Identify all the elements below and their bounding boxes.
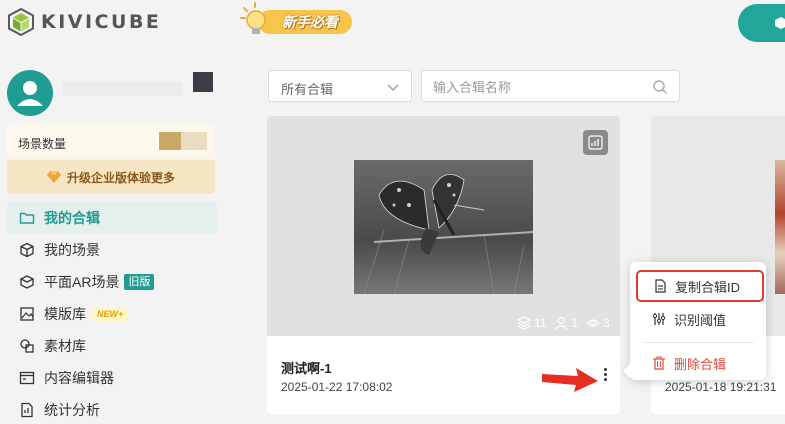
sidebar-item-label: 我的场景 — [44, 242, 100, 258]
view-count: 3 — [603, 316, 610, 330]
folder-icon — [19, 212, 35, 224]
sidebar-item-content-editor[interactable]: 内容编辑器 — [7, 362, 217, 394]
eye-icon — [586, 319, 601, 327]
card-title: 测试啊-1 — [281, 361, 332, 376]
copy-collection-id-button[interactable]: 复制合辑ID — [636, 270, 764, 302]
editor-icon — [19, 371, 35, 385]
scene-quota-card: 场景数量 升级企业版体验更多 — [7, 124, 215, 194]
stats-icon — [21, 402, 33, 418]
sidebar-item-label: 平面AR场景 — [44, 274, 120, 290]
create-button[interactable] — [738, 4, 785, 42]
more-options-icon[interactable] — [599, 366, 611, 386]
card-date: 2025-01-18 19:21:31 — [665, 380, 777, 394]
card-date: 2025-01-22 17:08:02 — [281, 380, 393, 394]
card-cover: 11 1 3 — [267, 116, 620, 336]
pointer-arrow-annotation — [542, 368, 598, 392]
sidebar-item-label: 统计分析 — [44, 402, 100, 418]
brand-name: KIVICUBE — [41, 11, 162, 33]
search-icon[interactable] — [652, 79, 668, 95]
scene-count: 11 — [534, 316, 547, 330]
sliders-icon — [652, 313, 666, 325]
top-header: KIVICUBE 新手必看 — [0, 0, 785, 50]
menu-label: 识别阈值 — [674, 312, 727, 328]
sidebar-item-label: 素材库 — [44, 338, 86, 354]
scene-usage-fill — [159, 132, 181, 150]
user-icon — [17, 81, 43, 106]
template-icon — [20, 307, 34, 321]
user-icon — [555, 316, 568, 330]
sidebar-item-templates[interactable]: 模版库 NEW+ — [7, 298, 217, 330]
sidebar-item-label: 模版库 — [44, 306, 86, 322]
layers-icon — [517, 316, 531, 330]
newbie-guide-button[interactable]: 新手必看 — [238, 2, 352, 38]
delete-collection-button[interactable]: 删除合辑 — [638, 348, 760, 378]
user-count: 1 — [571, 316, 579, 330]
scene-count-label: 场景数量 — [18, 137, 67, 151]
brand-logo[interactable]: KIVICUBE — [7, 8, 161, 36]
old-version-tag: 旧版 — [124, 274, 155, 290]
card-context-menu: 复制合辑ID 识别阈值 删除合辑 — [630, 262, 766, 380]
light-bulb-icon — [240, 2, 266, 34]
select-value: 所有合辑 — [281, 82, 334, 97]
newbie-label: 新手必看 — [282, 14, 338, 30]
search-box — [421, 70, 680, 102]
sidebar-item-planar-ar[interactable]: 平面AR场景 旧版 — [7, 266, 217, 298]
account-badge — [193, 72, 213, 92]
scene-usage-bar — [159, 132, 207, 150]
card-thumbnail — [775, 160, 785, 294]
newbie-pill: 新手必看 — [258, 10, 352, 34]
diamond-icon — [46, 171, 61, 183]
sidebar-item-my-scenes[interactable]: 我的场景 — [7, 234, 217, 266]
sidebar-item-label: 内容编辑器 — [44, 370, 114, 386]
sidebar-nav: 我的合辑 我的场景 平面AR场景 旧版 模版库 NEW+ 素材库 内容编辑器 统… — [7, 202, 217, 424]
sidebar-item-materials[interactable]: 素材库 — [7, 330, 217, 362]
collection-filter-select[interactable]: 所有合辑 — [268, 70, 412, 102]
username-redacted — [62, 82, 182, 96]
sidebar: 场景数量 升级企业版体验更多 我的合辑 我的场景 平面AR场景 旧版 模版库 N… — [0, 50, 230, 424]
card-metrics: 11 1 3 — [517, 316, 618, 330]
chevron-down-icon — [387, 84, 399, 91]
scene-quota-row: 场景数量 — [7, 124, 215, 158]
cube-icon — [775, 17, 785, 29]
upgrade-label: 升级企业版体验更多 — [66, 170, 175, 185]
recognition-threshold-button[interactable]: 识别阈值 — [638, 304, 760, 334]
sidebar-item-my-collections[interactable]: 我的合辑 — [7, 202, 217, 234]
sidebar-item-label: 我的合辑 — [44, 210, 100, 226]
kivicube-logo-icon — [8, 8, 34, 36]
menu-label: 复制合辑ID — [675, 279, 741, 295]
menu-label: 删除合辑 — [674, 356, 727, 372]
butterfly-thumbnail — [354, 160, 533, 294]
chart-icon — [588, 135, 603, 150]
trash-icon — [653, 356, 665, 370]
sidebar-item-statistics[interactable]: 统计分析 — [7, 394, 217, 424]
menu-divider — [644, 342, 754, 343]
avatar[interactable] — [7, 70, 53, 116]
analytics-button[interactable] — [583, 130, 608, 155]
upgrade-button[interactable]: 升级企业版体验更多 — [7, 160, 215, 194]
material-icon — [20, 339, 34, 353]
new-tag: NEW+ — [92, 306, 129, 322]
cube-icon — [20, 242, 34, 258]
search-input[interactable] — [433, 77, 633, 97]
butterfly-image — [354, 160, 533, 294]
copy-document-icon — [655, 279, 666, 293]
ar-plane-icon — [19, 275, 35, 289]
